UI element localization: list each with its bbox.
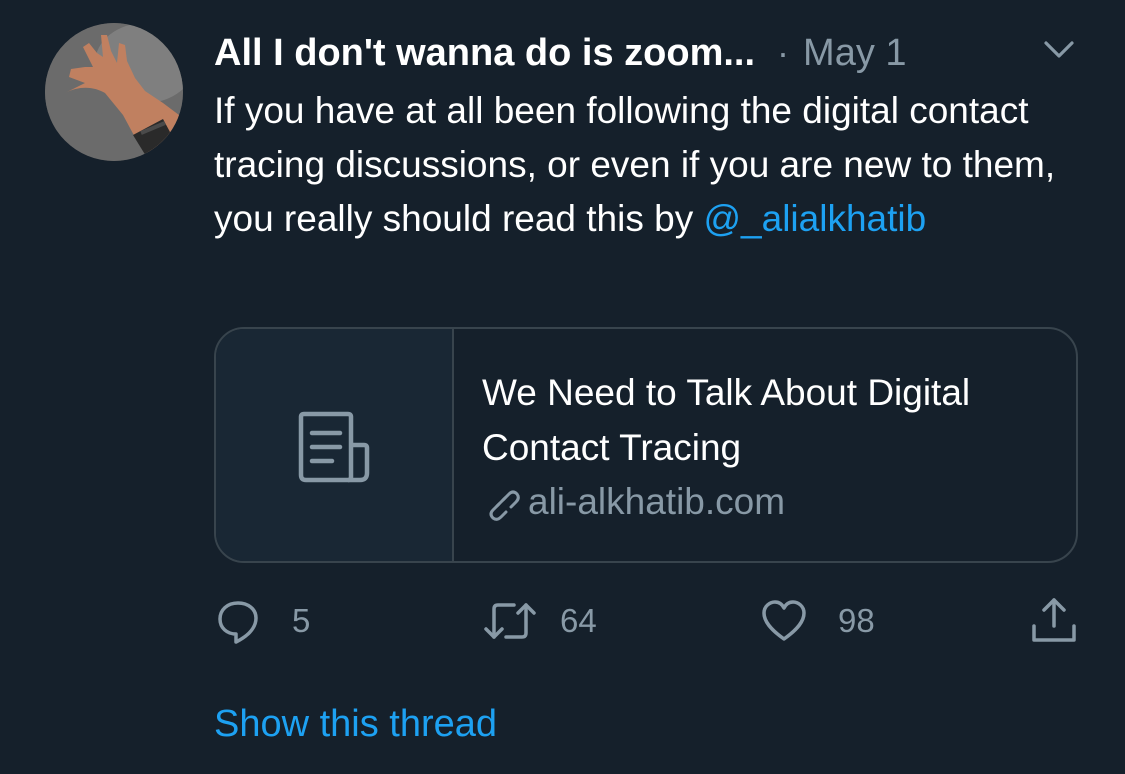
share-icon (1032, 598, 1076, 642)
card-domain: ali-alkhatib.com (482, 481, 785, 523)
tweet[interactable]: All I don't wanna do is zoom... · May 1 … (0, 0, 1125, 774)
tweet-actions: 5 64 98 (214, 596, 1080, 646)
tweet-text-body: If you have at all been following the di… (214, 90, 1056, 239)
article-icon (298, 411, 370, 483)
chevron-down-icon[interactable] (1040, 35, 1078, 65)
separator-dot: · (777, 32, 790, 73)
reply-icon (218, 601, 258, 644)
card-media (216, 329, 454, 561)
share-button[interactable] (1028, 596, 1080, 646)
like-button[interactable]: 98 (760, 596, 875, 646)
link-card[interactable]: We Need to Talk About Digital Contact Tr… (214, 327, 1078, 563)
reply-button[interactable]: 5 (214, 596, 310, 646)
tweet-text: If you have at all been following the di… (214, 84, 1074, 246)
link-icon (489, 490, 520, 521)
card-domain-text: ali-alkhatib.com (528, 481, 786, 522)
show-thread-link[interactable]: Show this thread (214, 703, 497, 746)
heart-icon (762, 600, 806, 641)
retweet-button[interactable]: 64 (482, 596, 597, 646)
reply-count: 5 (292, 602, 311, 639)
mention-link[interactable]: @_alialkhatib (704, 198, 927, 239)
retweet-icon (484, 603, 536, 639)
avatar-hand-image (45, 23, 183, 161)
retweet-count: 64 (560, 602, 597, 639)
card-title: We Need to Talk About Digital Contact Tr… (482, 372, 971, 468)
tweet-date[interactable]: May 1 (803, 32, 906, 75)
tweet-header: All I don't wanna do is zoom... · May 1 (214, 28, 907, 78)
display-name[interactable]: All I don't wanna do is zoom... (214, 32, 755, 75)
like-count: 98 (838, 602, 875, 639)
avatar[interactable] (45, 23, 183, 161)
